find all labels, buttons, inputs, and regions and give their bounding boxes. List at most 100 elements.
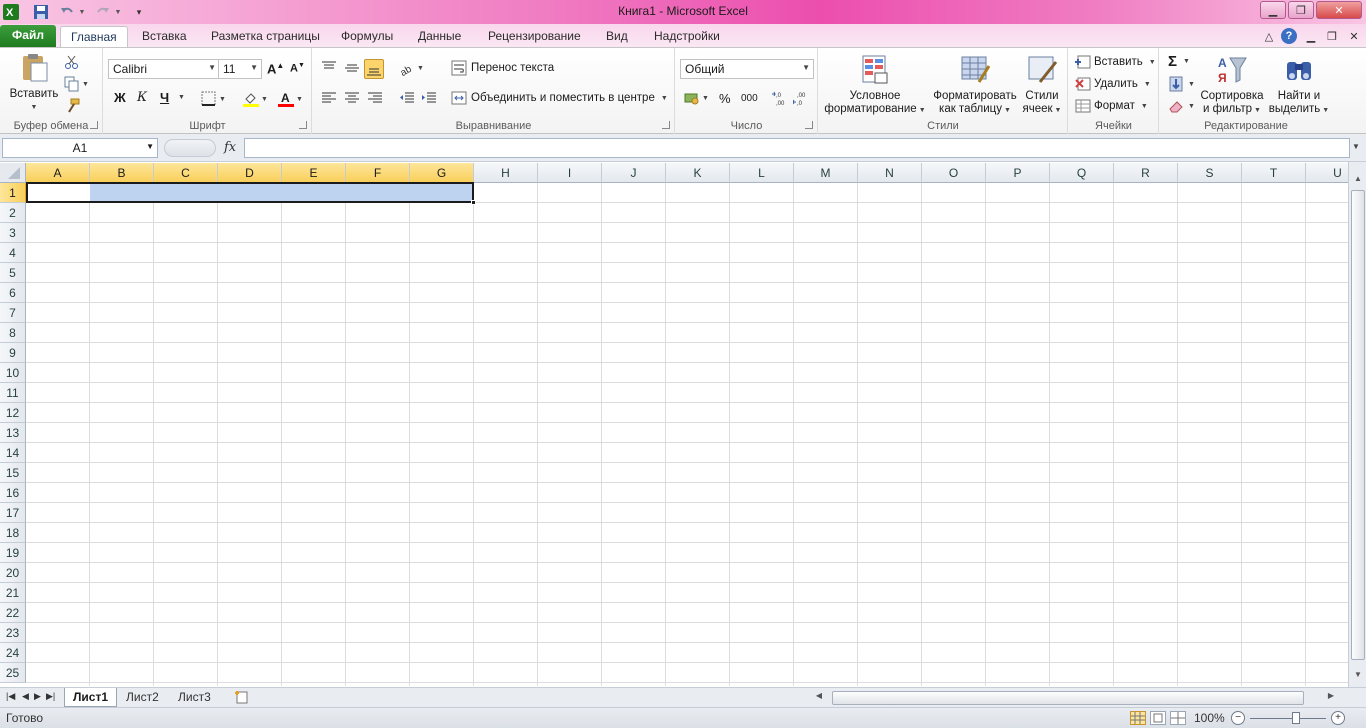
align-bottom-button[interactable] xyxy=(364,59,384,79)
row-header-19[interactable]: 19 xyxy=(0,543,26,563)
italic-button[interactable]: К xyxy=(137,90,147,105)
wrap-text-button[interactable]: Перенос текста xyxy=(451,60,554,76)
paste-button[interactable]: Вставить ▼ xyxy=(6,52,62,114)
format-as-table-button[interactable]: Форматировать как таблицу ▼ xyxy=(929,54,1021,117)
cut-button[interactable] xyxy=(64,54,80,70)
last-sheet-icon[interactable]: ▶| xyxy=(46,691,55,702)
horizontal-scroll-thumb[interactable] xyxy=(832,691,1304,705)
sheet-tab-3[interactable]: Лист3 xyxy=(170,688,219,707)
expand-formula-bar-icon[interactable]: ▼ xyxy=(1352,142,1360,151)
row-header-15[interactable]: 15 xyxy=(0,463,26,483)
underline-dropdown-icon[interactable]: ▼ xyxy=(176,94,185,101)
row-header-7[interactable]: 7 xyxy=(0,303,26,323)
column-header-q[interactable]: Q xyxy=(1050,163,1114,183)
format-painter-button[interactable] xyxy=(64,98,80,114)
clear-button[interactable]: ▼ xyxy=(1168,98,1195,114)
copy-dropdown-icon[interactable]: ▼ xyxy=(82,81,89,88)
vertical-scrollbar[interactable]: ▲ ▼ xyxy=(1348,162,1366,687)
column-header-m[interactable]: M xyxy=(794,163,858,183)
tab-formulas[interactable]: Формулы xyxy=(331,26,403,48)
column-header-k[interactable]: K xyxy=(666,163,730,183)
decrease-indent-button[interactable] xyxy=(399,90,415,106)
scroll-down-icon[interactable]: ▼ xyxy=(1351,670,1365,684)
minimize-button[interactable]: ▁ xyxy=(1260,1,1286,19)
first-sheet-icon[interactable]: |◀ xyxy=(6,691,15,702)
column-header-t[interactable]: T xyxy=(1242,163,1306,183)
tab-addins[interactable]: Надстройки xyxy=(644,26,730,48)
column-header-f[interactable]: F xyxy=(346,163,410,183)
row-header-2[interactable]: 2 xyxy=(0,203,26,223)
increase-indent-button[interactable] xyxy=(421,90,437,106)
column-header-h[interactable]: H xyxy=(474,163,538,183)
restore-button[interactable]: ❐ xyxy=(1288,1,1314,19)
grow-font-button[interactable]: A▲ xyxy=(267,61,284,76)
currency-format-button[interactable]: ▼ xyxy=(684,90,709,106)
help-icon[interactable]: ? xyxy=(1281,28,1297,44)
insert-sheet-button[interactable] xyxy=(226,688,258,707)
column-header-p[interactable]: P xyxy=(986,163,1050,183)
shrink-font-button[interactable]: A▼ xyxy=(290,62,305,75)
name-box[interactable]: A1 ▼ xyxy=(2,138,158,158)
column-header-r[interactable]: R xyxy=(1114,163,1178,183)
copy-button[interactable]: ▼ xyxy=(64,76,89,92)
vertical-scroll-thumb[interactable] xyxy=(1351,190,1365,660)
insert-function-button[interactable]: fx xyxy=(224,140,236,155)
column-header-b[interactable]: B xyxy=(90,163,154,183)
row-header-4[interactable]: 4 xyxy=(0,243,26,263)
number-format-combo[interactable]: Общий ▼ xyxy=(680,59,814,79)
fill-handle[interactable] xyxy=(471,200,476,205)
next-sheet-icon[interactable]: ▶ xyxy=(34,691,41,702)
row-header-17[interactable]: 17 xyxy=(0,503,26,523)
column-header-d[interactable]: D xyxy=(218,163,282,183)
column-header-c[interactable]: C xyxy=(154,163,218,183)
column-header-o[interactable]: O xyxy=(922,163,986,183)
row-header-20[interactable]: 20 xyxy=(0,563,26,583)
workbook-close-icon[interactable]: ✕ xyxy=(1346,28,1362,44)
page-layout-view-button[interactable] xyxy=(1150,711,1166,725)
column-header-g[interactable]: G xyxy=(410,163,474,183)
format-cells-button[interactable]: Формат ▼ xyxy=(1075,98,1148,114)
fill-button[interactable]: ▼ xyxy=(1168,76,1195,92)
tab-view[interactable]: Вид xyxy=(596,26,638,48)
column-header-i[interactable]: I xyxy=(538,163,602,183)
tab-review[interactable]: Рецензирование xyxy=(478,26,591,48)
font-color-button[interactable]: A ▼ xyxy=(278,91,303,107)
row-header-23[interactable]: 23 xyxy=(0,623,26,643)
align-top-button[interactable] xyxy=(321,60,337,76)
find-select-button[interactable]: Найти и выделить ▼ xyxy=(1268,54,1330,117)
underline-button[interactable]: Ч xyxy=(160,90,169,105)
row-header-13[interactable]: 13 xyxy=(0,423,26,443)
align-right-button[interactable] xyxy=(367,90,383,106)
scroll-up-icon[interactable]: ▲ xyxy=(1351,174,1365,188)
row-header-25[interactable]: 25 xyxy=(0,663,26,683)
sort-filter-button[interactable]: А Я Сортировка и фильтр ▼ xyxy=(1198,54,1266,117)
row-header-21[interactable]: 21 xyxy=(0,583,26,603)
page-break-view-button[interactable] xyxy=(1170,711,1186,725)
formula-bar-resize-handle[interactable] xyxy=(164,139,216,157)
delete-cells-button[interactable]: Удалить ▼ xyxy=(1075,76,1151,92)
workbook-minimize-icon[interactable]: ▁ xyxy=(1303,28,1319,44)
row-header-6[interactable]: 6 xyxy=(0,283,26,303)
row-header-12[interactable]: 12 xyxy=(0,403,26,423)
zoom-slider-thumb[interactable] xyxy=(1292,712,1300,724)
sheet-tab-1[interactable]: Лист1 xyxy=(64,688,118,707)
zoom-level[interactable]: 100% xyxy=(1194,711,1225,725)
column-header-s[interactable]: S xyxy=(1178,163,1242,183)
borders-button[interactable]: ▼ xyxy=(201,91,226,107)
normal-view-button[interactable] xyxy=(1130,711,1146,725)
thousands-separator-button[interactable]: 000 xyxy=(741,93,758,104)
percent-button[interactable]: % xyxy=(719,91,731,106)
scroll-left-icon[interactable]: ◀ xyxy=(812,691,826,705)
row-header-8[interactable]: 8 xyxy=(0,323,26,343)
fill-color-button[interactable]: ▼ xyxy=(243,91,268,107)
row-header-14[interactable]: 14 xyxy=(0,443,26,463)
minimize-ribbon-icon[interactable]: △ xyxy=(1261,28,1277,44)
tab-file[interactable]: Файл xyxy=(0,25,56,47)
column-header-u[interactable]: U xyxy=(1306,163,1348,183)
autosum-button[interactable]: Σ ▼ xyxy=(1168,53,1190,70)
column-header-l[interactable]: L xyxy=(730,163,794,183)
increase-decimal-button[interactable]: ,0,00 xyxy=(772,90,788,106)
number-launcher-icon[interactable] xyxy=(805,121,813,129)
font-size-combo[interactable]: 11 ▼ xyxy=(218,59,262,79)
formula-input[interactable] xyxy=(244,138,1350,158)
